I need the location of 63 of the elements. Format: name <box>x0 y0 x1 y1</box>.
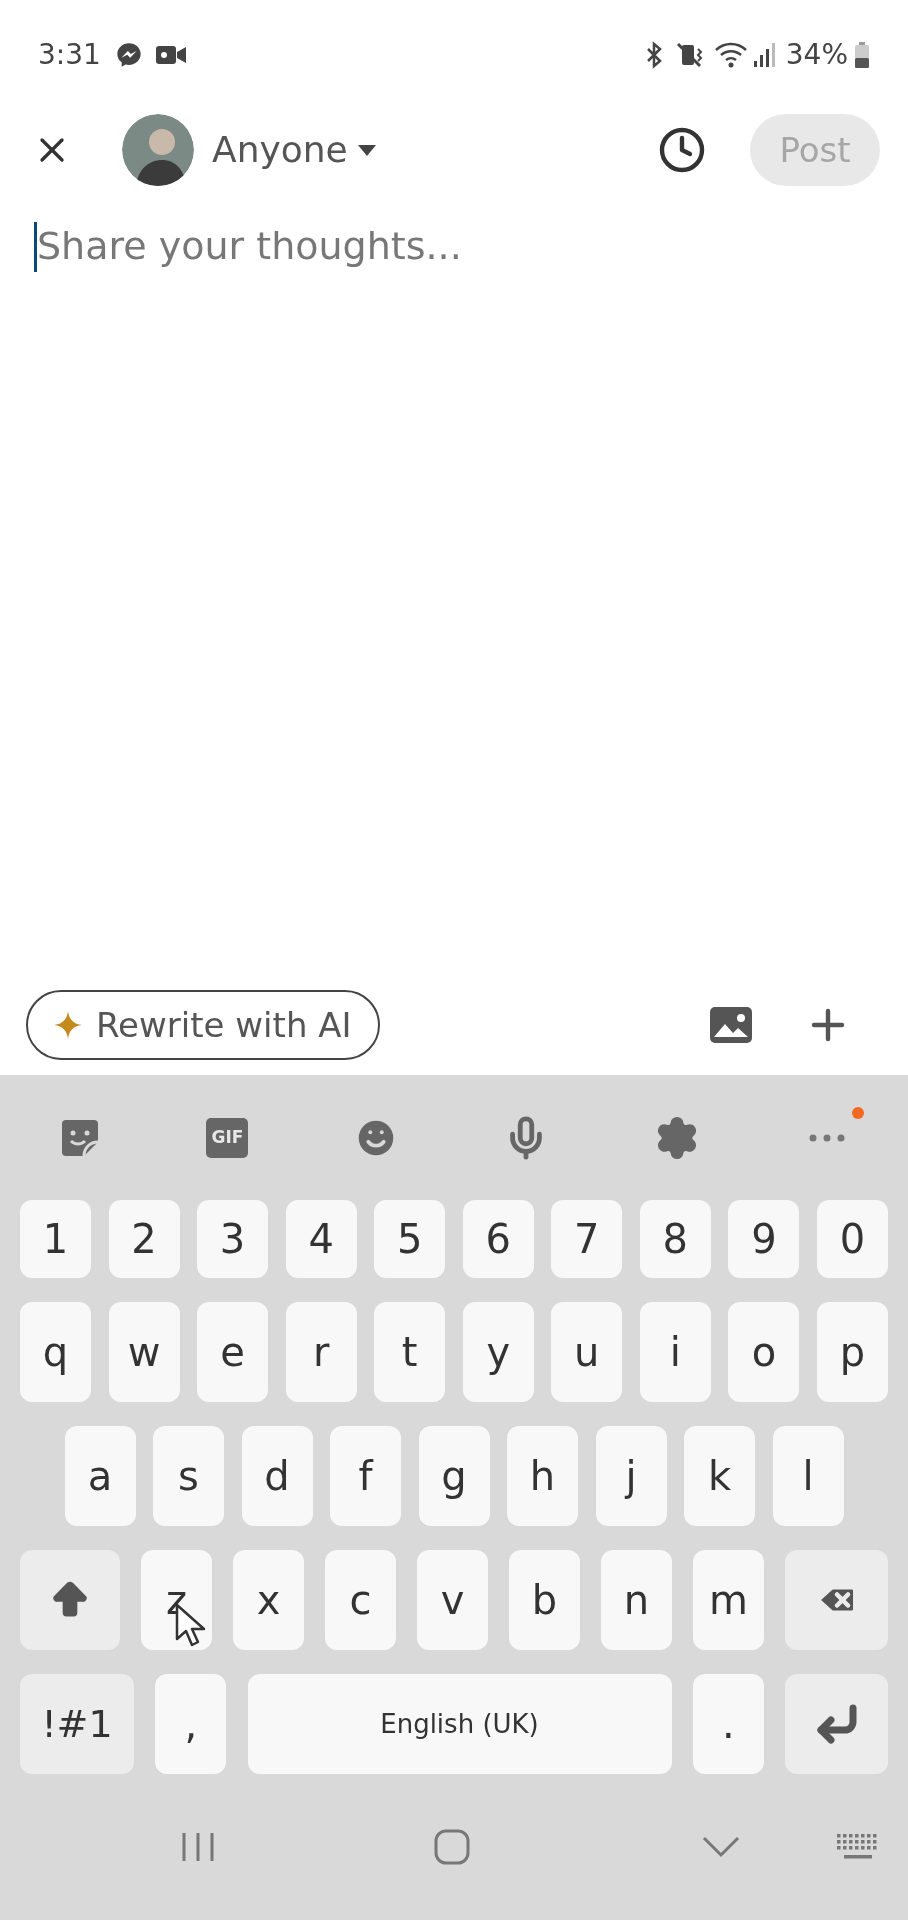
recent-apps-button[interactable] <box>180 1831 216 1863</box>
status-time: 3:31 <box>38 37 101 73</box>
key[interactable]: c <box>325 1550 396 1650</box>
key[interactable]: a <box>64 1426 136 1526</box>
key[interactable]: l <box>772 1426 844 1526</box>
key[interactable]: o <box>728 1302 800 1402</box>
key[interactable]: u <box>551 1302 623 1402</box>
key[interactable]: 4 <box>285 1200 357 1278</box>
key[interactable]: v <box>417 1550 488 1650</box>
key[interactable]: b <box>509 1550 580 1650</box>
home-button[interactable] <box>434 1829 470 1865</box>
key[interactable]: x <box>233 1550 304 1650</box>
more-dots-icon <box>808 1133 845 1142</box>
add-image-button[interactable] <box>708 1005 754 1045</box>
avatar <box>122 114 194 186</box>
audience-dropdown[interactable]: Anyone <box>212 123 376 177</box>
key[interactable]: y <box>462 1302 534 1402</box>
caret-icon <box>357 144 376 156</box>
key[interactable]: i <box>639 1302 711 1402</box>
key[interactable]: r <box>285 1302 357 1402</box>
key[interactable]: 1 <box>20 1200 91 1278</box>
rewrite-ai-button[interactable]: Rewrite with AI <box>26 990 380 1060</box>
wifi-icon <box>713 41 748 69</box>
battery-percent: 34% <box>785 37 848 73</box>
key[interactable]: s <box>153 1426 224 1526</box>
key[interactable]: d <box>241 1426 313 1526</box>
key[interactable]: 8 <box>639 1200 711 1278</box>
key[interactable]: w <box>108 1302 180 1402</box>
key[interactable]: n <box>601 1550 672 1650</box>
keyboard-switch-button[interactable] <box>836 1833 880 1861</box>
key[interactable]: 3 <box>197 1200 269 1278</box>
text-cursor <box>34 221 37 272</box>
enter-key[interactable] <box>785 1674 888 1774</box>
key[interactable]: k <box>684 1426 755 1526</box>
key[interactable]: 6 <box>462 1200 534 1278</box>
key[interactable]: 9 <box>728 1200 800 1278</box>
key[interactable]: p <box>816 1302 888 1402</box>
schedule-button[interactable] <box>658 126 706 174</box>
key[interactable]: 2 <box>108 1200 180 1278</box>
key[interactable]: j <box>595 1426 667 1526</box>
key[interactable]: h <box>507 1426 578 1526</box>
hide-keyboard-button[interactable] <box>702 1836 740 1858</box>
key[interactable]: g <box>418 1426 490 1526</box>
battery-icon <box>854 41 870 69</box>
key[interactable]: q <box>20 1302 91 1402</box>
post-text-field[interactable]: Share your thoughts... <box>37 218 874 275</box>
sparkle-icon <box>54 1011 82 1039</box>
key[interactable]: . <box>692 1674 764 1774</box>
gif-button[interactable]: GIF <box>206 1117 249 1158</box>
key[interactable]: 5 <box>374 1200 446 1278</box>
key[interactable]: 7 <box>551 1200 623 1278</box>
key[interactable]: m <box>693 1550 764 1650</box>
messenger-icon <box>114 41 143 69</box>
space-key[interactable]: English (UK) <box>247 1674 672 1774</box>
symbols-key[interactable]: !#1 <box>20 1674 134 1774</box>
key[interactable]: t <box>374 1302 446 1402</box>
key[interactable]: f <box>330 1426 401 1526</box>
shift-key[interactable] <box>20 1550 120 1650</box>
signal-icon <box>751 41 776 69</box>
key[interactable]: e <box>197 1302 269 1402</box>
key[interactable]: , <box>155 1674 227 1774</box>
backspace-key[interactable] <box>785 1550 888 1650</box>
key[interactable]: 0 <box>816 1200 888 1278</box>
